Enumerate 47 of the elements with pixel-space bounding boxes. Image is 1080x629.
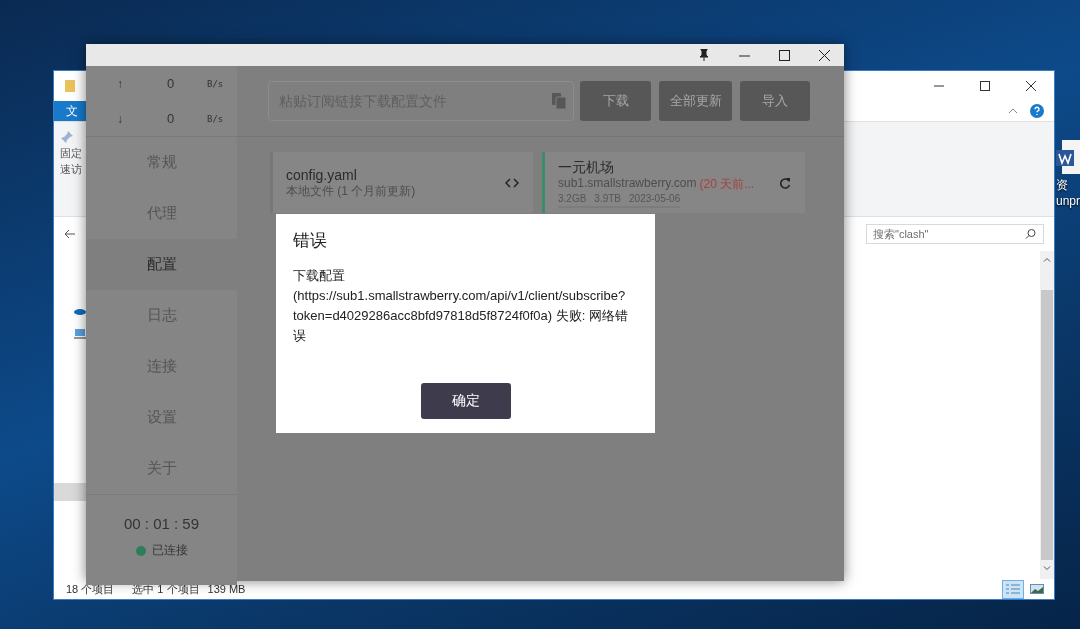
ribbon-tab[interactable]: 文 (54, 101, 86, 121)
dialog-title: 错误 (293, 230, 328, 252)
back-arrow-icon (64, 229, 76, 239)
chevron-up-icon (1008, 108, 1018, 114)
traffic-unit: B/s (207, 113, 225, 124)
pin-label: 速访 (60, 162, 82, 176)
traffic-unit: B/s (207, 78, 225, 89)
pin-label: 固定 (60, 146, 82, 160)
desktop-icon-label: unpr (1056, 194, 1080, 208)
profile-name: 一元机场 (558, 157, 615, 176)
scrollbar[interactable] (1040, 251, 1054, 579)
traffic-arrow: ↓ (117, 111, 124, 126)
scroll-up-icon (1043, 257, 1051, 262)
scroll-down-icon (1043, 566, 1051, 571)
computer-icon (74, 329, 86, 339)
search-field[interactable]: 搜索"clash" (866, 224, 1044, 244)
close-icon (818, 49, 830, 61)
maximize-icon (980, 81, 990, 91)
profile-age: (20 天前... (699, 175, 755, 193)
folder-icon (64, 79, 76, 93)
profile-host: sub1.smallstrawberry.com (558, 175, 697, 192)
selected-nav-row[interactable] (54, 483, 86, 501)
status-label: 已连接 (151, 542, 188, 559)
toolbar-button[interactable]: 下载 (580, 81, 651, 121)
traffic-value: 0 (167, 76, 176, 91)
close-icon (1026, 81, 1036, 91)
traffic-arrow: ↑ (117, 76, 124, 91)
dialog-message: 下载配置 (https://sub1.smallstrawberry.com/api/v1/client/subscribe?token=d4029286acc8bfd97818d5f8724f0f0a) 失败: 网络错误 (293, 267, 629, 345)
paste-icon (552, 93, 566, 109)
image-view-icon (1030, 584, 1044, 594)
selection-size: 139 MB (207, 583, 246, 595)
uptime-timer: 00 : 01 : 59 (123, 515, 200, 532)
confirm-button[interactable]: 确定 (420, 383, 511, 419)
document-icon[interactable] (1056, 140, 1080, 176)
toolbar-button[interactable]: 导入 (740, 81, 810, 121)
search-icon (1025, 228, 1036, 240)
maximize-icon (778, 49, 790, 61)
traffic-value: 0 (167, 111, 176, 126)
refresh-icon (779, 176, 791, 189)
toolbar-button[interactable]: 全部更新 (659, 81, 732, 121)
profile-name: config.yaml (286, 166, 358, 184)
code-icon (505, 177, 519, 188)
cloud-icon (74, 307, 86, 315)
list-view-icon (1006, 584, 1020, 594)
help-icon (1030, 104, 1044, 118)
desktop-icon-label: 资 (1056, 178, 1068, 192)
nav-item[interactable]: 配置 (86, 239, 237, 290)
